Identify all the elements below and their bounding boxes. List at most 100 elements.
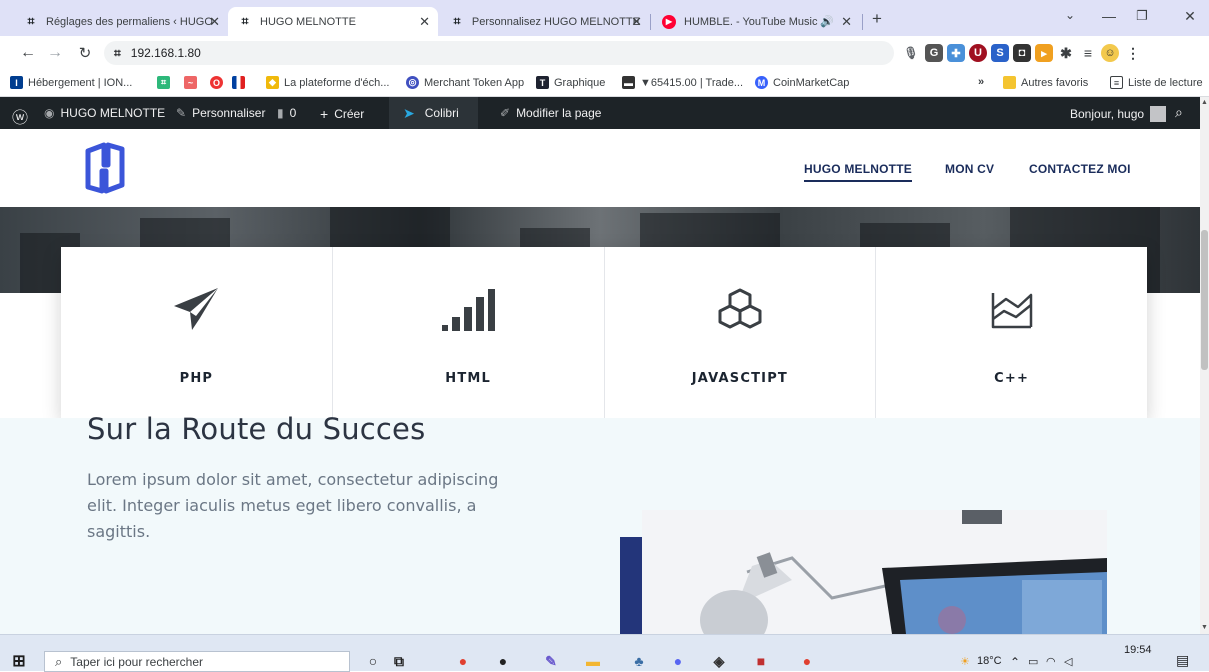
extension-icon[interactable]: ✚ [947, 44, 965, 62]
task-view-icon[interactable]: ⧉ [388, 651, 410, 671]
desk-lamp-photo [642, 510, 1107, 634]
about-text: Lorem ipsum dolor sit amet, consectetur … [87, 470, 499, 541]
reload-icon[interactable]: ↻ [75, 44, 95, 62]
wp-create-link[interactable]: + Créer [320, 106, 364, 122]
nav-link-contact[interactable]: CONTACTEZ MOI [1029, 162, 1131, 176]
wp-colibri-link[interactable]: ➤ Colibri [389, 97, 478, 129]
site-logo-icon[interactable] [82, 141, 128, 198]
app-icon[interactable]: ◈ [708, 651, 730, 671]
app-icon[interactable]: ✎ [540, 651, 562, 671]
tab-search-icon[interactable]: ⌄ [1055, 8, 1085, 22]
about-title: Sur la Route du Succes [87, 412, 426, 446]
speaker-icon[interactable]: 🔊 [820, 15, 834, 28]
weather-icon[interactable]: ☀ [960, 655, 970, 668]
wp-customize-link[interactable]: ✎ Personnaliser [176, 106, 265, 120]
nav-link-cv[interactable]: MON CV [945, 162, 994, 176]
chevron-up-icon[interactable]: ⌃ [1010, 655, 1020, 669]
wp-edit-page-link[interactable]: ✐ Modifier la page [500, 106, 601, 120]
bookmark-item[interactable]: ▬ ▼65415.00 | Trade... [622, 76, 743, 89]
bookmarks-bar: I Hébergement | ION... ⌗ ~ O ◆ La platefor… [0, 70, 1209, 97]
search-icon: ⌕ [55, 653, 63, 669]
address-bar[interactable]: ⌗ 192.168.1.80 [104, 41, 894, 65]
chrome-icon[interactable]: ● [452, 651, 474, 671]
tab-youtube-music[interactable]: ▶ HUMBLE. - YouTube Music 🔊 ✕ [652, 7, 860, 36]
bookmark-item[interactable]: ⌗ [157, 76, 175, 89]
site-info-icon[interactable]: ⌗ [114, 46, 121, 61]
website-viewport: HUGO MELNOTTE MON CV CONTACTEZ MOI PHP H… [0, 129, 1200, 634]
bookmarks-overflow-button[interactable]: » [978, 76, 984, 88]
bookmark-item[interactable]: T Graphique [536, 76, 605, 89]
extension-icon[interactable]: G [925, 44, 943, 62]
brush-icon: ✎ [176, 106, 187, 120]
file-explorer-icon[interactable]: ▬ [582, 651, 604, 671]
tradingview-icon: T [536, 76, 549, 89]
nav-link-home[interactable]: HUGO MELNOTTE [804, 162, 912, 182]
other-favorites-folder[interactable]: Autres favoris [1003, 76, 1088, 89]
wordpress-logo-icon[interactable]: ⓦ [12, 104, 28, 128]
wp-admin-bar: ⓦ ◉ HUGO MELNOTTE ✎ Personnaliser ▮ 0 + Crée… [0, 97, 1200, 129]
menu-icon[interactable]: ⋮ [1124, 44, 1142, 62]
bookmark-item[interactable]: ~ [184, 76, 202, 89]
french-flag-icon [232, 76, 245, 89]
bookmark-item[interactable]: I Hébergement | ION... [10, 76, 132, 89]
reading-list-icon[interactable]: ≡ [1079, 44, 1097, 62]
app-icon[interactable]: ● [492, 651, 514, 671]
extension-icon[interactable]: S [991, 44, 1009, 62]
notifications-icon[interactable]: ▤ [1176, 652, 1189, 669]
skill-label: HTML [445, 371, 492, 386]
microphone-icon[interactable]: 🎙 [902, 44, 920, 62]
plus-icon: + [320, 106, 329, 122]
skill-card-html: HTML [333, 247, 605, 418]
extension-icon[interactable]: ▸ [1035, 44, 1053, 62]
clock-time[interactable]: 19:54 [1124, 644, 1152, 656]
wifi-icon[interactable]: ◠ [1046, 655, 1056, 668]
bookmark-item[interactable]: ◆ La plateforme d'éch... [266, 76, 389, 89]
tab-customize[interactable]: ⌗ Personnalisez HUGO MELNOTTE ✕ [440, 7, 650, 36]
folder-icon [1003, 76, 1016, 89]
bookmark-item[interactable]: ◎ Merchant Token App [406, 76, 524, 89]
wp-site-name-link[interactable]: ◉ HUGO MELNOTTE [44, 106, 165, 120]
new-tab-button[interactable]: + [872, 9, 882, 29]
close-icon[interactable]: ✕ [841, 14, 852, 30]
browser-tab-bar: ⌗ Réglages des permaliens ‹ HUGO ✕ ⌗ HUG… [0, 0, 1209, 36]
close-icon[interactable]: ✕ [419, 14, 430, 30]
scroll-up-icon[interactable]: ▲ [1201, 99, 1208, 106]
close-window-icon[interactable]: ✕ [1175, 8, 1205, 25]
network-icon[interactable]: ▭ [1028, 655, 1038, 668]
scroll-down-icon[interactable]: ▼ [1201, 624, 1208, 631]
volume-icon[interactable]: ◁ [1064, 655, 1072, 668]
tab-hugo-melnotte[interactable]: ⌗ HUGO MELNOTTE ✕ [228, 7, 438, 36]
forward-icon[interactable]: → [45, 44, 65, 62]
bookmark-item[interactable]: M CoinMarketCap [755, 76, 849, 89]
comment-icon: ▮ [277, 106, 284, 120]
restore-icon[interactable]: ❐ [1127, 8, 1157, 24]
extension-icon[interactable]: ◘ [1013, 44, 1031, 62]
discord-icon[interactable]: ● [667, 651, 689, 671]
wp-account-menu[interactable]: Bonjour, hugo [1070, 106, 1167, 122]
ublock-icon[interactable]: U [969, 44, 987, 62]
bookmark-item[interactable]: O [210, 76, 228, 89]
site-favicon-icon: ⌗ [241, 14, 249, 28]
site-header: HUGO MELNOTTE MON CV CONTACTEZ MOI [0, 129, 1200, 207]
scrollbar-thumb[interactable] [1201, 230, 1208, 370]
puzzle-icon[interactable]: ✱ [1057, 44, 1075, 62]
windows-taskbar: ⊞ ⌕ Taper ici pour rechercher ○ ⧉ ● ● ✎ … [0, 634, 1209, 672]
app-icon[interactable]: ♣ [628, 651, 650, 671]
avatar[interactable]: ☺ [1101, 44, 1119, 62]
reading-list-button[interactable]: ≡ Liste de lecture [1110, 76, 1203, 89]
bookmark-item[interactable] [232, 76, 250, 89]
wp-comments-link[interactable]: ▮ 0 [277, 106, 296, 120]
windows-start-icon[interactable]: ⊞ [8, 651, 30, 671]
close-icon[interactable]: ✕ [209, 14, 220, 30]
tab-permalinks[interactable]: ⌗ Réglages des permaliens ‹ HUGO ✕ [14, 7, 228, 36]
reading-list-icon: ≡ [1110, 76, 1123, 89]
app-icon[interactable]: ■ [750, 651, 772, 671]
chrome-icon[interactable]: ● [796, 651, 818, 671]
back-icon[interactable]: ← [18, 44, 38, 62]
minimize-icon[interactable]: — [1094, 8, 1124, 24]
cortana-icon[interactable]: ○ [362, 651, 384, 671]
taskbar-search-input[interactable]: ⌕ Taper ici pour rechercher [44, 651, 350, 672]
close-icon[interactable]: ✕ [631, 14, 642, 30]
search-icon[interactable]: ⌕ [1175, 104, 1183, 121]
temperature-text[interactable]: 18°C [977, 655, 1002, 667]
